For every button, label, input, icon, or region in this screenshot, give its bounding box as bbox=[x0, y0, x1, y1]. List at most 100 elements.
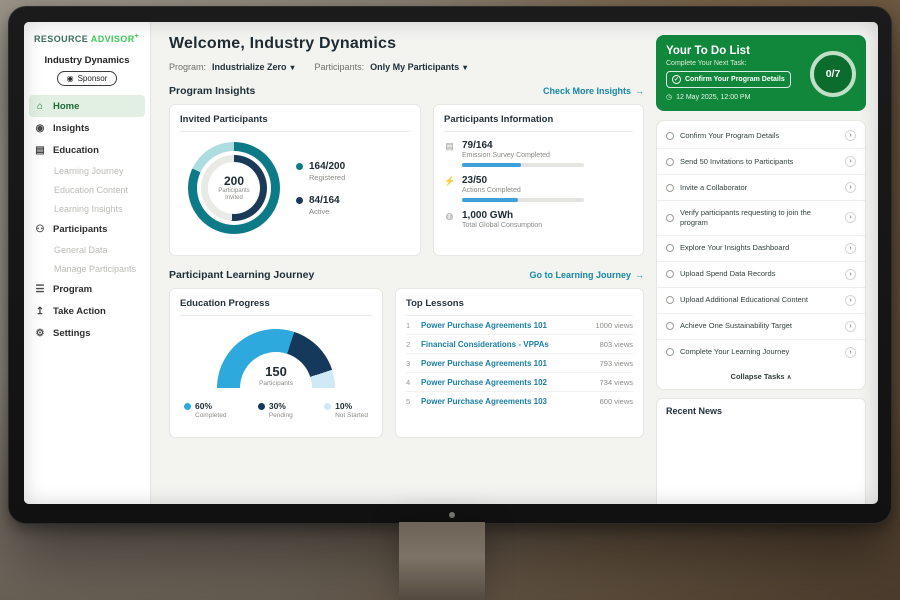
education-progress-card: Education Progress 150 Participants 60% bbox=[169, 288, 383, 438]
progress-bar bbox=[462, 163, 584, 167]
chevron-right-icon: › bbox=[845, 130, 856, 141]
next-task-time: ◷ 12 May 2025, 12:00 PM bbox=[666, 93, 802, 101]
lesson-row[interactable]: 4 Power Purchase Agreements 102 734 view… bbox=[406, 373, 633, 392]
home-icon: ⌂ bbox=[34, 101, 46, 112]
filter-bar: Program: Industrialize Zero ▾ Participan… bbox=[169, 62, 644, 72]
chevron-right-icon: › bbox=[845, 212, 856, 223]
sidebar-item-label: Insights bbox=[53, 123, 89, 134]
brand-secondary: ADVISOR bbox=[91, 34, 135, 44]
sidebar-item-home[interactable]: ⌂ Home bbox=[29, 95, 145, 117]
survey-icon: ▤ bbox=[444, 141, 455, 167]
chevron-right-icon: › bbox=[845, 243, 856, 254]
org-name: Industry Dynamics bbox=[24, 55, 150, 66]
sidebar-item-take-action[interactable]: ↥ Take Action bbox=[24, 300, 150, 322]
gauge-legend: 60% Completed 30% Pending bbox=[180, 388, 372, 419]
participants-filter-select[interactable]: Only My Participants ▾ bbox=[370, 62, 467, 72]
sponsor-badge[interactable]: ◉ Sponsor bbox=[57, 71, 118, 86]
brand-logo: RESOURCE ADVISOR+ bbox=[24, 33, 150, 44]
card-title: Top Lessons bbox=[406, 298, 633, 316]
todo-task-complete-learning-journey[interactable]: Complete Your Learning Journey › bbox=[657, 340, 865, 365]
task-checkbox[interactable] bbox=[666, 184, 674, 192]
go-to-learning-journey-link[interactable]: Go to Learning Journey → bbox=[529, 270, 644, 280]
education-progress-gauge: 150 Participants bbox=[217, 329, 335, 388]
donut-legend: 164/200 Registered 84/164 Active bbox=[296, 161, 345, 216]
chevron-right-icon: › bbox=[845, 321, 856, 332]
sidebar-item-settings[interactable]: ⚙ Settings bbox=[24, 322, 150, 344]
task-checkbox[interactable] bbox=[666, 132, 674, 140]
sidebar-item-program[interactable]: ☰ Program bbox=[24, 278, 150, 300]
donut-center-label: Participants Invited bbox=[213, 188, 255, 203]
legend-item-completed: 60% Completed bbox=[184, 401, 226, 419]
task-checkbox[interactable] bbox=[666, 296, 674, 304]
task-checkbox[interactable] bbox=[666, 348, 674, 356]
sidebar-item-education[interactable]: ▤ Education bbox=[24, 139, 150, 161]
sidebar-item-label: Take Action bbox=[53, 306, 106, 317]
participants-information-card: Participants Information ▤ 79/164 Emissi… bbox=[433, 104, 644, 256]
participants-icon: ⚇ bbox=[34, 224, 46, 235]
stat-emission-survey: ▤ 79/164 Emission Survey Completed bbox=[444, 140, 633, 167]
todo-task-achieve-target[interactable]: Achieve One Sustainability Target › bbox=[657, 314, 865, 340]
task-checkbox[interactable] bbox=[666, 322, 674, 330]
todo-subtitle: Complete Your Next Task: bbox=[666, 60, 802, 67]
main-content: Welcome, Industry Dynamics Program: Indu… bbox=[151, 22, 656, 504]
dashboard-screen: RESOURCE ADVISOR+ Industry Dynamics ◉ Sp… bbox=[24, 22, 878, 504]
chevron-down-icon: ▾ bbox=[291, 63, 295, 72]
todo-task-explore-insights[interactable]: Explore Your Insights Dashboard › bbox=[657, 236, 865, 262]
lesson-row[interactable]: 5 Power Purchase Agreements 103 600 view… bbox=[406, 392, 633, 410]
sidebar-item-participants[interactable]: ⚇ Participants bbox=[24, 218, 150, 240]
todo-task-invite-collaborator[interactable]: Invite a Collaborator › bbox=[657, 175, 865, 201]
sidebar-item-label: Participants bbox=[53, 224, 107, 235]
sidebar-item-label: Manage Participants bbox=[54, 264, 136, 274]
program-filter-select[interactable]: Industrialize Zero ▾ bbox=[212, 62, 295, 72]
card-title: Participants Information bbox=[444, 114, 633, 132]
actions-icon: ⚡ bbox=[444, 176, 455, 202]
legend-item-active: 84/164 Active bbox=[296, 195, 345, 216]
program-icon: ☰ bbox=[34, 284, 46, 295]
sidebar-item-general-data[interactable]: General Data bbox=[24, 240, 150, 259]
task-checkbox[interactable] bbox=[666, 270, 674, 278]
page-title: Welcome, Industry Dynamics bbox=[169, 35, 644, 53]
invited-participants-card: Invited Participants 200 Participants In… bbox=[169, 104, 421, 256]
collapse-tasks-link[interactable]: Collapse Tasks ∧ bbox=[657, 365, 865, 387]
legend-dot-not-started bbox=[324, 403, 331, 410]
todo-panel: Your To Do List Complete Your Next Task:… bbox=[656, 22, 878, 504]
lesson-row[interactable]: 2 Financial Considerations - VPPAs 803 v… bbox=[406, 335, 633, 354]
task-checkbox[interactable] bbox=[666, 244, 674, 252]
sidebar-item-label: Settings bbox=[53, 328, 90, 339]
clock-icon: ◷ bbox=[666, 93, 672, 101]
todo-task-verify-participants[interactable]: Verify participants requesting to join t… bbox=[657, 201, 865, 236]
next-task-chip[interactable]: ✓ Confirm Your Program Details bbox=[666, 71, 791, 88]
check-more-insights-link[interactable]: Check More Insights → bbox=[543, 86, 644, 96]
sidebar-item-learning-journey[interactable]: Learning Journey bbox=[24, 161, 150, 180]
program-insights-title: Program Insights bbox=[169, 85, 255, 97]
settings-icon: ⚙ bbox=[34, 328, 46, 339]
chevron-right-icon: › bbox=[845, 269, 856, 280]
todo-summary-card: Your To Do List Complete Your Next Task:… bbox=[656, 35, 866, 111]
sponsor-icon: ◉ bbox=[67, 74, 74, 83]
lesson-row[interactable]: 3 Power Purchase Agreements 101 793 view… bbox=[406, 354, 633, 373]
donut-center-value: 200 bbox=[224, 174, 244, 188]
recent-news-header: Recent News bbox=[656, 398, 866, 505]
todo-task-upload-spend-data[interactable]: Upload Spend Data Records › bbox=[657, 262, 865, 288]
sidebar-item-learning-insights[interactable]: Learning Insights bbox=[24, 199, 150, 218]
chevron-down-icon: ▾ bbox=[463, 63, 467, 72]
sidebar-item-manage-participants[interactable]: Manage Participants bbox=[24, 259, 150, 278]
sidebar-menu: ⌂ Home ◉ Insights ▤ Education Learning J… bbox=[24, 95, 150, 344]
todo-task-send-invitations[interactable]: Send 50 Invitations to Participants › bbox=[657, 149, 865, 175]
todo-task-upload-educational-content[interactable]: Upload Additional Educational Content › bbox=[657, 288, 865, 314]
check-icon: ✓ bbox=[672, 75, 681, 84]
chevron-right-icon: › bbox=[845, 295, 856, 306]
sponsor-label: Sponsor bbox=[78, 74, 108, 83]
stat-actions-completed: ⚡ 23/50 Actions Completed bbox=[444, 175, 633, 202]
sidebar-item-education-content[interactable]: Education Content bbox=[24, 180, 150, 199]
sidebar-item-insights[interactable]: ◉ Insights bbox=[24, 117, 150, 139]
sidebar-item-label: Education bbox=[53, 145, 99, 156]
education-icon: ▤ bbox=[34, 145, 46, 156]
task-checkbox[interactable] bbox=[666, 214, 674, 222]
task-checkbox[interactable] bbox=[666, 158, 674, 166]
todo-task-confirm-program[interactable]: Confirm Your Program Details › bbox=[657, 123, 865, 149]
legend-item-registered: 164/200 Registered bbox=[296, 161, 345, 182]
lesson-row[interactable]: 1 Power Purchase Agreements 101 1000 vie… bbox=[406, 316, 633, 335]
legend-dot-pending bbox=[258, 403, 265, 410]
insights-icon: ◉ bbox=[34, 123, 46, 134]
